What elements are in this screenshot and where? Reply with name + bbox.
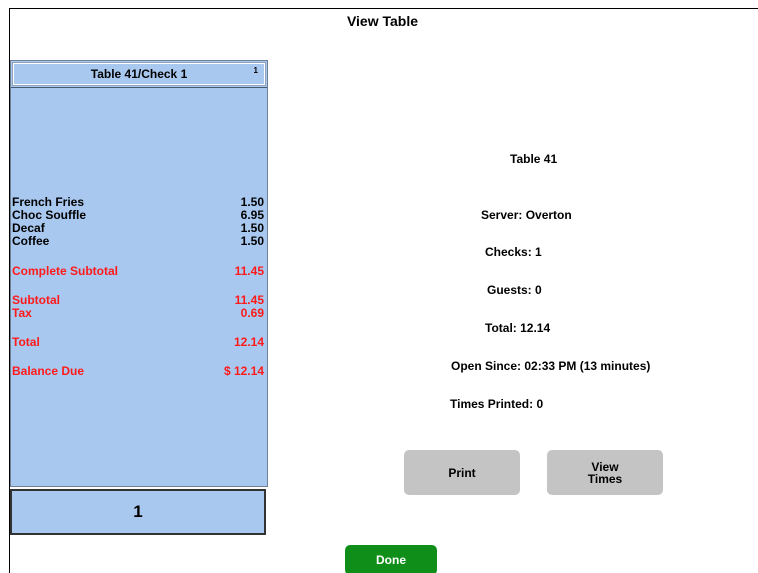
complete-subtotal-amount: 11.45: [234, 264, 264, 278]
seat-number-button[interactable]: 1: [10, 489, 266, 535]
complete-subtotal-label: Complete Subtotal: [12, 264, 119, 278]
total-info-label: Total: 12.14: [485, 321, 551, 335]
window-title: View Table: [346, 13, 419, 29]
total-row: Total 12.14: [12, 336, 264, 349]
print-button[interactable]: Print: [404, 450, 520, 495]
total-amount: 12.14: [233, 335, 264, 349]
tax-amount: 0.69: [240, 306, 264, 320]
check-panel: Table 41/Check 1 1 French Fries 1.50 Cho…: [10, 60, 268, 487]
checks-label: Checks: 1: [485, 245, 542, 259]
check-header-label: Table 41/Check 1: [90, 67, 188, 81]
check-separator: [11, 87, 267, 88]
check-item-row[interactable]: Choc Souffle 6.95: [12, 209, 264, 222]
guests-label: Guests: 0: [487, 283, 542, 297]
balance-due-row: Balance Due $ 12.14: [12, 365, 264, 378]
open-since-label: Open Since: 02:33 PM (13 minutes): [451, 359, 651, 373]
check-item-row[interactable]: Decaf 1.50: [12, 222, 264, 235]
balance-due-amount: $ 12.14: [223, 364, 264, 378]
tax-row: Tax 0.69: [12, 307, 264, 320]
done-button[interactable]: Done: [345, 545, 437, 573]
complete-subtotal-row: Complete Subtotal 11.45: [12, 265, 264, 278]
check-number-badge: 1: [253, 66, 258, 75]
server-label: Server: Overton: [481, 208, 572, 222]
item-amount: 1.50: [240, 234, 264, 248]
tax-label: Tax: [12, 306, 32, 320]
balance-due-label: Balance Due: [12, 364, 85, 378]
check-header[interactable]: Table 41/Check 1 1: [12, 62, 266, 86]
view-times-button[interactable]: View Times: [547, 450, 663, 495]
times-printed-label: Times Printed: 0: [450, 397, 544, 411]
table-label: Table 41: [510, 152, 558, 166]
total-label: Total: [12, 335, 40, 349]
check-item-row[interactable]: Coffee 1.50: [12, 235, 264, 248]
item-name: Coffee: [12, 234, 50, 248]
subtotal-row: Subtotal 11.45: [12, 294, 264, 307]
